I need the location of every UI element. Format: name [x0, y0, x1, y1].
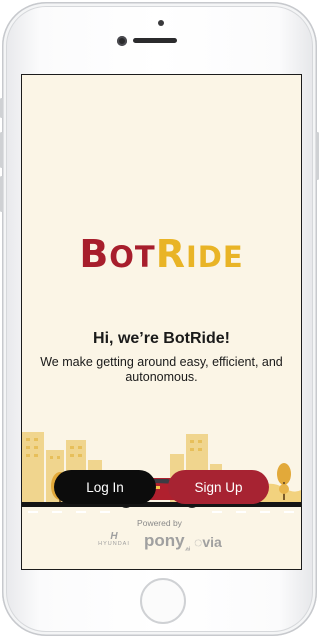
welcome-subtitle: We make getting around easy, efficient, … — [40, 355, 283, 384]
power-button — [316, 132, 319, 180]
partner-logos: H HYUNDAI pony.ai ◌via — [96, 531, 236, 553]
volume-up-button — [0, 132, 3, 168]
proximity-sensor — [158, 20, 164, 26]
front-camera-icon — [117, 36, 127, 46]
earpiece-speaker — [133, 38, 177, 43]
tree-right — [277, 463, 291, 485]
sign-up-button[interactable]: Sign Up — [168, 470, 269, 504]
volume-down-button — [0, 176, 3, 212]
welcome-heading: Hi, we’re BotRide! — [93, 330, 230, 347]
mute-switch — [0, 98, 3, 118]
city-car-illustration — [22, 432, 301, 513]
hyundai-logo: H HYUNDAI — [98, 531, 130, 548]
botride-logo: BOTRIDE — [79, 232, 244, 276]
log-in-button[interactable]: Log In — [54, 470, 156, 504]
via-logo: ◌via — [194, 534, 222, 550]
home-button[interactable] — [140, 578, 186, 624]
pony-ai-logo: pony.ai — [144, 531, 191, 553]
powered-by-label: Powered by — [137, 518, 182, 528]
